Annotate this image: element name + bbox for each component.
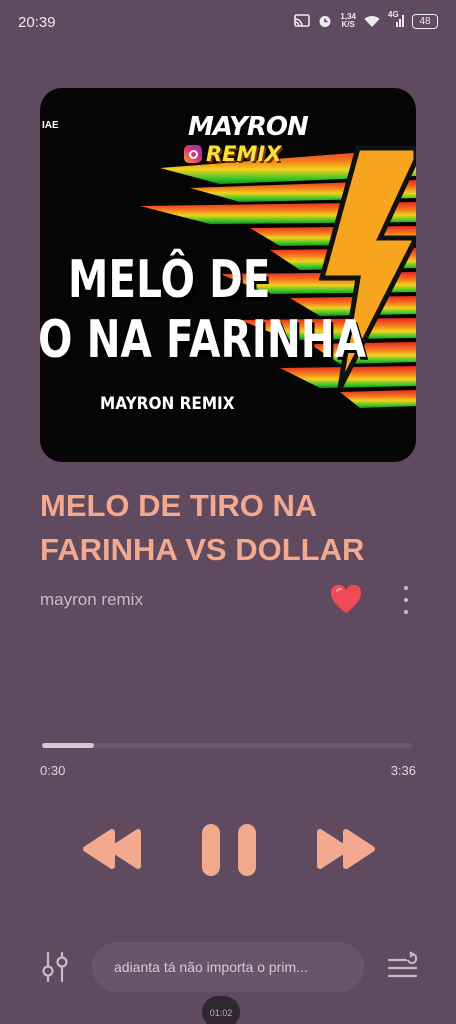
playlist-repeat-icon: [387, 951, 418, 978]
battery-icon: 48: [412, 13, 438, 29]
more-options-button[interactable]: [398, 586, 414, 614]
album-art-brand: MAYRON REMIX: [184, 112, 309, 166]
pause-icon: [202, 824, 256, 876]
time-current: 0:30: [40, 763, 66, 778]
album-art-brand-top: MAYRON: [188, 112, 309, 142]
net-speed: 1,34 K/S: [340, 13, 356, 29]
previous-button[interactable]: [82, 826, 144, 872]
cast-icon: [294, 14, 311, 27]
fast-forward-icon: [317, 829, 375, 869]
equalizer-button[interactable]: [40, 950, 70, 984]
alarm-icon: [319, 16, 331, 27]
album-art-brand-bottom: REMIX: [206, 142, 282, 166]
instagram-icon: [184, 145, 202, 163]
status-icons: 1,34 K/S 4G 48: [294, 10, 438, 29]
more-dot-icon: [404, 586, 408, 590]
queue-button[interactable]: [386, 950, 420, 980]
battery-level: 48: [419, 15, 431, 27]
net-speed-unit: K/S: [341, 20, 355, 29]
seek-bar[interactable]: [42, 743, 412, 748]
album-art-brand-row: REMIX: [184, 142, 308, 166]
artist-name[interactable]: mayron remix: [40, 590, 143, 610]
album-art-corner-text: IAE: [42, 120, 59, 131]
signal-indicator: 4G: [388, 10, 404, 28]
album-art-subtitle: MAYRON REMIX: [100, 394, 235, 414]
rewind-icon: [83, 829, 141, 869]
like-button[interactable]: [330, 584, 362, 615]
signal-icon: [396, 15, 404, 27]
seek-bar-fill: [42, 743, 94, 748]
next-button[interactable]: [314, 826, 376, 872]
status-time: 20:39: [18, 14, 56, 31]
wifi-icon: [364, 15, 380, 27]
song-title: MELO DE TIRO NA FARINHA VS DOLLAR: [40, 488, 365, 567]
music-player-screen: 20:39 1,34 K/S 4G 48 IAE MAYRON REMIX ME…: [0, 0, 456, 1024]
time-total: 3:36: [390, 763, 416, 778]
album-art-line1: MELÔ DE: [68, 250, 271, 310]
pause-button[interactable]: [200, 822, 258, 878]
album-art: IAE MAYRON REMIX MELÔ DE O NA FARINHA MA…: [40, 88, 416, 462]
floating-clock: 01:02: [202, 996, 240, 1024]
equalizer-icon: [42, 951, 68, 983]
album-art-line2: O NA FARINHA: [40, 310, 367, 370]
more-dot-icon: [404, 610, 408, 614]
lyrics-preview[interactable]: adianta tá não importa o prim...: [92, 942, 364, 992]
more-dot-icon: [404, 598, 408, 602]
lyrics-line: adianta tá não importa o prim...: [114, 959, 308, 975]
heart-icon: [330, 584, 362, 613]
